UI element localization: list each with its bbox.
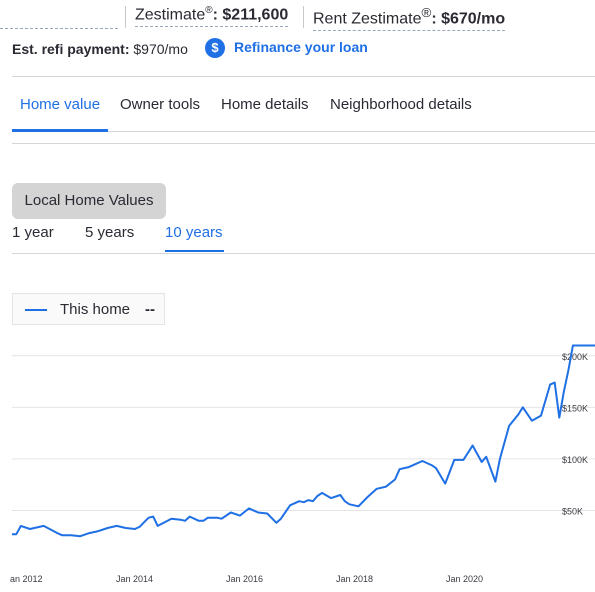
divider [12, 253, 595, 254]
tab-neighborhood-details[interactable]: Neighborhood details [330, 96, 472, 113]
divider [108, 131, 595, 132]
x-tick-label: an 2012 [10, 574, 43, 584]
dollar-icon[interactable]: $ [205, 38, 225, 58]
legend-swatch [25, 309, 47, 311]
x-tick-label: Jan 2014 [116, 574, 153, 584]
registered-mark: ® [205, 5, 213, 16]
tab-home-value[interactable]: Home value [20, 96, 100, 113]
series-line-this-home [12, 344, 595, 538]
range-1-year[interactable]: 1 year [12, 224, 54, 241]
active-tab-indicator [12, 129, 108, 132]
legend-label: This home [60, 301, 131, 318]
range-10-years[interactable]: 10 years [165, 224, 223, 241]
x-tick-label: Jan 2020 [446, 574, 483, 584]
divider [125, 6, 126, 28]
zestimate-value: : $211,600 [212, 6, 289, 24]
rent-zestimate[interactable]: Rent Zestimate®: $670/mo [313, 5, 506, 32]
local-home-values-button[interactable]: Local Home Values [12, 183, 166, 219]
refi-payment-label: Est. refi payment: [12, 41, 130, 57]
chart-legend: This home -- [12, 293, 165, 325]
divider [12, 76, 595, 77]
divider [12, 143, 595, 144]
y-tick-label: $100K [562, 455, 588, 465]
refinance-link[interactable]: Refinance your loan [234, 39, 368, 55]
legend-value: -- [145, 301, 155, 318]
price-placeholder [0, 8, 118, 29]
home-value-chart[interactable]: $50K $100K $150K $200K an 2012 Jan 2014 Jan 20… [0, 330, 595, 592]
active-range-indicator [165, 250, 224, 252]
rent-zestimate-value: : $670/mo [431, 10, 506, 28]
x-tick-label: Jan 2016 [226, 574, 263, 584]
x-tick-label: Jan 2018 [336, 574, 373, 584]
range-5-years[interactable]: 5 years [85, 224, 134, 241]
refi-payment: Est. refi payment: $970/mo [12, 41, 188, 57]
divider [303, 6, 304, 28]
tab-owner-tools[interactable]: Owner tools [120, 96, 200, 113]
y-tick-label: $200K [562, 352, 588, 362]
registered-mark: ® [421, 5, 432, 20]
y-tick-label: $150K [562, 403, 588, 413]
zestimate[interactable]: Zestimate®: $211,600 [135, 5, 289, 28]
y-tick-label: $50K [562, 506, 583, 516]
tab-home-details[interactable]: Home details [221, 96, 309, 113]
rent-zestimate-label: Rent Zestimate [313, 10, 422, 28]
zestimate-label: Zestimate [135, 6, 206, 24]
refi-payment-value: $970/mo [133, 41, 188, 57]
